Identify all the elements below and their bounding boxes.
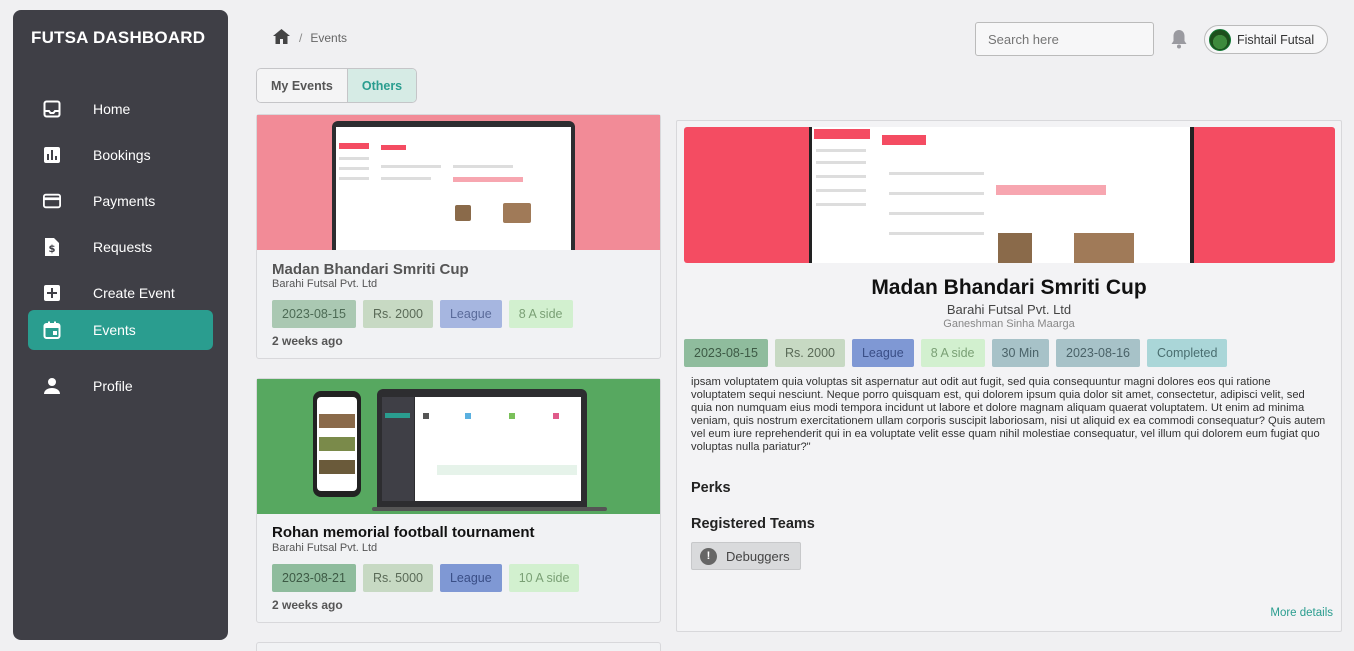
end-date-badge: 2023-08-16 [1056, 339, 1140, 367]
svg-text:$: $ [49, 244, 56, 255]
side-badge: 8 A side [508, 300, 573, 328]
type-badge: League [851, 339, 914, 367]
type-badge: League [439, 564, 502, 592]
registered-teams-heading: Registered Teams [691, 516, 815, 532]
sidebar-item-requests[interactable]: $ Requests [28, 227, 213, 267]
detail-tags: 2023-08-15 Rs. 2000 League 8 A side 30 M… [684, 339, 1228, 367]
search-input[interactable] [975, 22, 1154, 56]
sidebar-item-label: Profile [93, 378, 133, 394]
sidebar: FUTSA DASHBOARD Home Bookings Payments $… [13, 10, 228, 640]
sidebar-item-home[interactable]: Home [28, 89, 213, 129]
exclamation-icon: ! [700, 547, 717, 565]
home-icon[interactable] [272, 28, 291, 48]
inbox-icon [43, 100, 61, 118]
sidebar-item-label: Payments [93, 193, 156, 209]
person-icon [43, 377, 61, 395]
price-badge: Rs. 5000 [362, 564, 433, 592]
status-badge: Completed [1146, 339, 1228, 367]
bar-chart-icon [43, 146, 61, 164]
event-card[interactable]: Madan Bhandari Smriti Cup Barahi Futsal … [256, 114, 661, 359]
sidebar-item-label: Events [93, 322, 136, 338]
date-badge: 2023-08-15 [272, 300, 356, 328]
tab-my-events[interactable]: My Events [257, 69, 347, 102]
user-menu[interactable]: Fishtail Futsal [1204, 25, 1328, 54]
date-badge: 2023-08-15 [684, 339, 768, 367]
event-thumbnail [257, 115, 660, 250]
dollar-document-icon: $ [43, 238, 61, 256]
sidebar-item-label: Home [93, 101, 131, 117]
event-card[interactable]: Rohan memorial football tournament Barah… [256, 378, 661, 623]
brand-title: FUTSA DASHBOARD [31, 28, 206, 47]
sidebar-item-events[interactable]: Events [28, 310, 213, 350]
team-chip[interactable]: ! Debuggers [691, 542, 801, 570]
team-name: Debuggers [726, 548, 790, 564]
breadcrumb: / Events [272, 28, 347, 48]
posted-time: 2 weeks ago [272, 334, 343, 348]
avatar [1209, 28, 1231, 51]
plus-box-icon [43, 284, 61, 302]
type-badge: League [439, 300, 502, 328]
duration-badge: 30 Min [991, 339, 1050, 367]
date-badge: 2023-08-21 [272, 564, 356, 592]
sidebar-item-label: Requests [93, 239, 153, 255]
tab-others[interactable]: Others [346, 69, 417, 102]
side-badge: 8 A side [920, 339, 985, 367]
user-name: Fishtail Futsal [1237, 32, 1315, 47]
event-title: Madan Bhandari Smriti Cup [272, 261, 469, 278]
sidebar-item-bookings[interactable]: Bookings [28, 135, 213, 175]
event-tags: 2023-08-21 Rs. 5000 League 10 A side [272, 564, 580, 592]
event-organizer: Barahi Futsal Pvt. Ltd [272, 542, 378, 554]
posted-time: 2 weeks ago [272, 598, 343, 612]
side-badge: 10 A side [508, 564, 580, 592]
sidebar-item-profile[interactable]: Profile [28, 366, 213, 406]
event-tags: 2023-08-15 Rs. 2000 League 8 A side [272, 300, 573, 328]
sidebar-item-label: Create Event [93, 285, 175, 301]
event-hero-image [684, 127, 1335, 263]
detail-title: Madan Bhandari Smriti Cup [871, 276, 1147, 299]
sidebar-item-payments[interactable]: Payments [28, 181, 213, 221]
perks-heading: Perks [691, 480, 731, 496]
sidebar-item-label: Bookings [93, 147, 151, 163]
credit-card-icon [43, 192, 61, 210]
event-detail-panel: Madan Bhandari Smriti Cup Barahi Futsal … [676, 120, 1342, 632]
detail-organizer: Barahi Futsal Pvt. Ltd [946, 302, 1072, 317]
price-badge: Rs. 2000 [774, 339, 845, 367]
breadcrumb-current: Events [310, 31, 348, 45]
event-tabs: My Events Others [256, 68, 418, 103]
breadcrumb-separator: / [299, 31, 303, 45]
event-organizer: Barahi Futsal Pvt. Ltd [272, 278, 378, 290]
event-title: Rohan memorial football tournament [272, 524, 535, 541]
more-details-link[interactable]: More details [1270, 607, 1333, 619]
calendar-icon [43, 321, 61, 339]
price-badge: Rs. 2000 [362, 300, 433, 328]
detail-description: ipsam voluptatem quia voluptas sit asper… [691, 376, 1326, 453]
event-thumbnail [257, 379, 660, 514]
event-card[interactable] [256, 642, 661, 651]
bell-icon[interactable] [1170, 29, 1188, 54]
detail-location: Ganeshman Sinha Maarga [943, 318, 1075, 330]
sidebar-item-create-event[interactable]: Create Event [28, 273, 213, 313]
